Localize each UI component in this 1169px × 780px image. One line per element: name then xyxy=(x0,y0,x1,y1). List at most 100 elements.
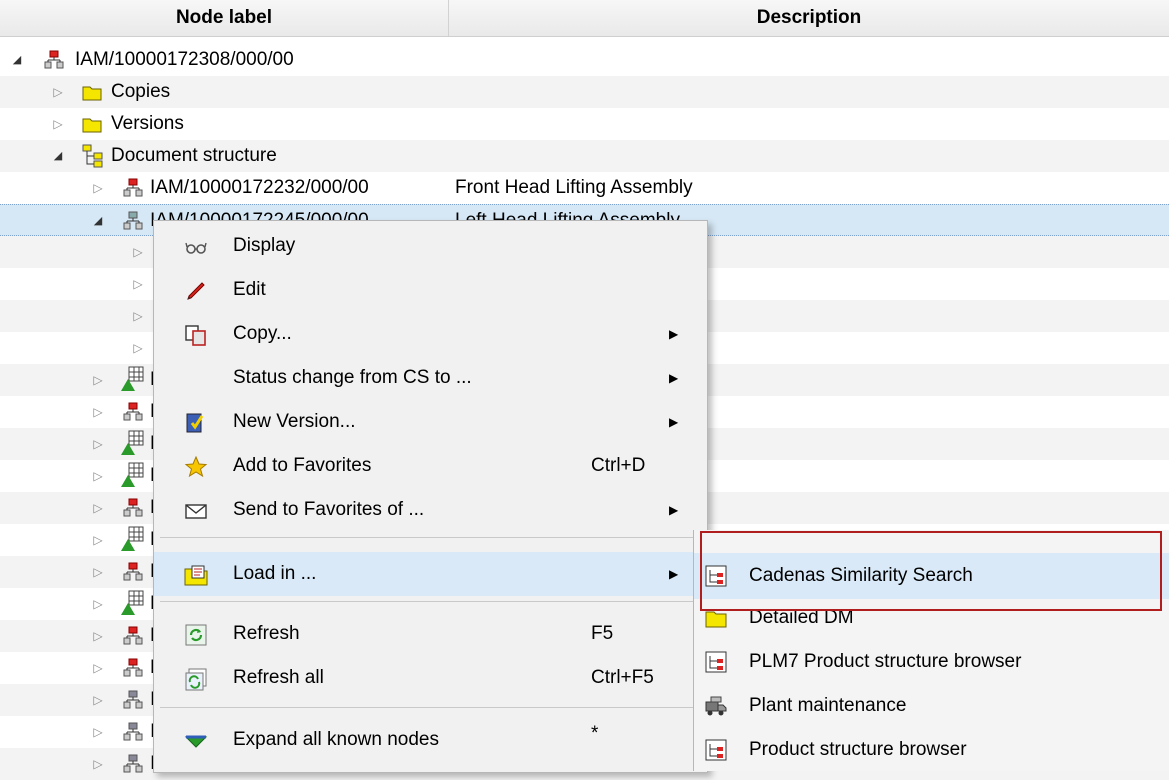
expand-triangle-icon[interactable]: ▷ xyxy=(91,652,105,684)
menu-item-label: New Version... xyxy=(233,411,356,432)
tree-row-label: IAM/10000172232/000/00 xyxy=(150,177,369,198)
menu-item-status-change[interactable]: Status change from CS to ... ▶ xyxy=(154,356,707,400)
menu-item-label: Edit xyxy=(233,279,266,300)
pencil-icon xyxy=(187,282,205,300)
shortcut-label: F5 xyxy=(591,623,614,644)
assembly-document-icon xyxy=(123,178,143,197)
expand-triangle-icon[interactable]: ▷ xyxy=(91,588,105,620)
expand-triangle-icon[interactable]: ▷ xyxy=(131,300,145,332)
structure-icon xyxy=(82,144,103,168)
expand-triangle-icon[interactable]: ▷ xyxy=(91,460,105,492)
submenu-arrow-icon: ▶ xyxy=(669,415,679,429)
menu-item-send-to-favorites[interactable]: Send to Favorites of ... ▶ xyxy=(154,488,707,532)
expand-triangle-icon[interactable]: ▷ xyxy=(91,364,105,396)
new-version-icon xyxy=(186,413,204,433)
menu-item-label: Refresh all xyxy=(233,667,324,688)
tree-row-label: IAM/10000172308/000/00 xyxy=(75,49,294,70)
expand-triangle-icon[interactable]: ▷ xyxy=(131,236,145,268)
menu-item-label: Add to Favorites xyxy=(233,455,372,476)
menu-item-refresh[interactable]: Refresh F5 xyxy=(154,612,707,656)
assembly-document-icon xyxy=(123,754,143,773)
column-header-description[interactable]: Description xyxy=(449,0,1169,36)
menu-item-expand-all[interactable]: Expand all known nodes * xyxy=(154,718,707,762)
menu-item-load-in[interactable]: Load in ... ▶ xyxy=(154,552,707,596)
refresh-icon xyxy=(185,624,207,646)
expand-triangle-icon[interactable]: ▷ xyxy=(91,172,105,204)
menu-item-label: Load in ... xyxy=(233,563,317,584)
submenu-item-label: Product structure browser xyxy=(749,739,967,760)
menu-item-add-to-favorites[interactable]: Add to Favorites Ctrl+D xyxy=(154,444,707,488)
expand-triangle-icon[interactable]: ▷ xyxy=(91,684,105,716)
expand-triangle-icon[interactable]: ▷ xyxy=(91,396,105,428)
submenu-arrow-icon: ▶ xyxy=(669,503,679,517)
menu-item-refresh-all[interactable]: Refresh all Ctrl+F5 xyxy=(154,656,707,700)
tree-row-label: Versions xyxy=(111,113,184,134)
menu-separator xyxy=(160,601,700,602)
tree-row-root[interactable]: ◢ IAM/10000172308/000/00 xyxy=(0,44,1169,76)
submenu-arrow-icon: ▶ xyxy=(669,567,679,581)
tree-row-copies[interactable]: ▷ Copies xyxy=(0,76,1169,108)
column-header-bar: Node label Description xyxy=(0,0,1169,37)
released-part-icon xyxy=(121,462,144,487)
expand-triangle-icon[interactable]: ▷ xyxy=(91,716,105,748)
expand-triangle-icon[interactable]: ▷ xyxy=(91,428,105,460)
tree-row-document-structure[interactable]: ◢ Document structure xyxy=(0,140,1169,172)
collapse-triangle-icon[interactable]: ◢ xyxy=(51,140,65,172)
assembly-document-icon xyxy=(123,626,143,645)
assembly-document-icon xyxy=(123,402,143,421)
submenu-item-plant-maintenance[interactable]: Plant maintenance xyxy=(694,684,1169,728)
expand-triangle-icon[interactable]: ▷ xyxy=(131,268,145,300)
tree-row-label: Document structure xyxy=(111,145,277,166)
context-menu: Display Edit Copy... ▶ Status change fro… xyxy=(153,220,708,773)
load-in-icon xyxy=(184,565,208,586)
released-part-icon xyxy=(121,366,144,391)
submenu-item-label: Plant maintenance xyxy=(749,695,907,716)
collapse-triangle-icon[interactable]: ◢ xyxy=(91,205,105,237)
menu-item-new-version[interactable]: New Version... ▶ xyxy=(154,400,707,444)
tree-row-versions[interactable]: ▷ Versions xyxy=(0,108,1169,140)
menu-item-label: Expand all known nodes xyxy=(233,729,439,750)
refresh-all-icon xyxy=(185,668,207,691)
expand-triangle-icon[interactable]: ▷ xyxy=(131,332,145,364)
submenu-item-plm7[interactable]: PLM7 Product structure browser xyxy=(694,640,1169,684)
menu-item-display[interactable]: Display xyxy=(154,224,707,268)
menu-item-label: Refresh xyxy=(233,623,300,644)
released-part-icon xyxy=(121,590,144,615)
truck-icon xyxy=(705,696,727,716)
expand-triangle-icon[interactable]: ▷ xyxy=(91,556,105,588)
menu-item-label: Copy... xyxy=(233,323,292,344)
assembly-document-icon xyxy=(123,690,143,709)
menu-item-edit[interactable]: Edit xyxy=(154,268,707,312)
folder-icon xyxy=(82,86,102,101)
expand-triangle-icon[interactable]: ▷ xyxy=(91,524,105,556)
expand-triangle-icon[interactable]: ▷ xyxy=(51,76,65,108)
menu-item-copy[interactable]: Copy... ▶ xyxy=(154,312,707,356)
tree-row-item[interactable]: ▷ IAM/10000172232/000/00 Front Head Lift… xyxy=(0,172,1169,204)
expand-triangle-icon[interactable]: ▷ xyxy=(91,620,105,652)
menu-item-label: Send to Favorites of ... xyxy=(233,499,425,520)
assembly-document-icon xyxy=(44,50,64,69)
expand-triangle-icon[interactable]: ▷ xyxy=(91,492,105,524)
menu-item-label: Status change from CS to ... xyxy=(233,367,472,388)
submenu-item-product-structure-browser[interactable]: Product structure browser xyxy=(694,728,1169,772)
assembly-document-icon xyxy=(123,211,143,230)
assembly-document-icon xyxy=(123,498,143,517)
collapse-triangle-icon[interactable]: ◢ xyxy=(10,44,24,76)
column-header-node-label[interactable]: Node label xyxy=(0,0,448,36)
submenu-arrow-icon: ▶ xyxy=(669,327,679,341)
envelope-icon xyxy=(185,504,207,519)
folder-icon xyxy=(82,118,102,133)
shortcut-label: * xyxy=(591,723,599,744)
shortcut-label: Ctrl+F5 xyxy=(591,667,654,688)
expand-triangle-icon[interactable]: ▷ xyxy=(91,748,105,780)
menu-separator xyxy=(160,537,700,538)
annotation-highlight-box xyxy=(700,531,1162,611)
copy-icon xyxy=(185,325,206,346)
structure-browser-icon xyxy=(705,651,727,673)
glasses-icon xyxy=(185,242,207,254)
menu-item-label: Display xyxy=(233,235,296,256)
star-icon xyxy=(184,455,208,478)
released-part-icon xyxy=(121,526,144,551)
expand-triangle-icon[interactable]: ▷ xyxy=(51,108,65,140)
tree-row-description: Front Head Lifting Assembly xyxy=(455,177,693,198)
